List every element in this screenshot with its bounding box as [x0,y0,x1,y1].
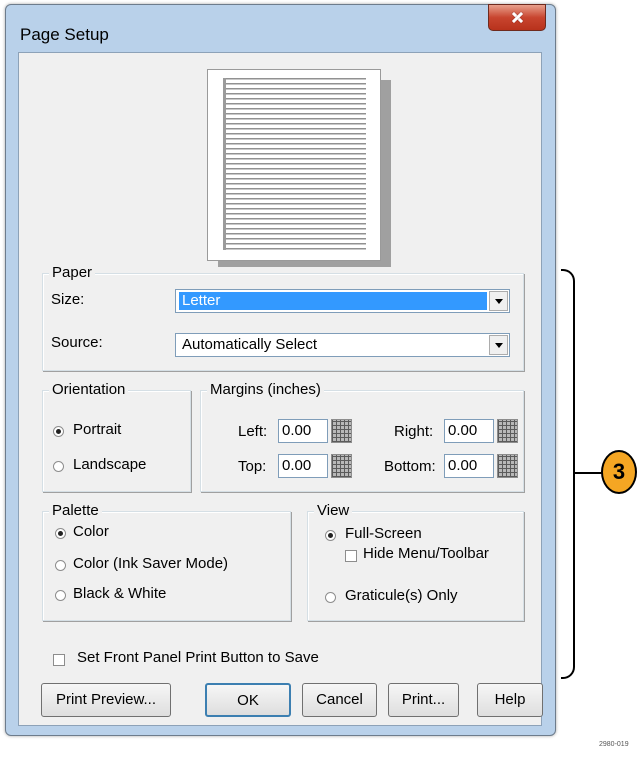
margins-group-label: Margins (inches) [207,381,324,399]
palette-group-label: Palette [49,502,102,520]
color-radio[interactable] [55,528,66,539]
paper-source-select[interactable]: Automatically Select [175,333,510,357]
margins-group: Margins (inches) Left: 0.00 Right: 0.00 … [200,381,524,492]
palette-group: Palette Color Color (Ink Saver Mode) Bla… [42,502,291,621]
landscape-radio[interactable] [53,461,64,472]
orientation-group-label: Orientation [49,381,129,399]
top-margin-input[interactable]: 0.00 [278,454,328,478]
right-margin-input[interactable]: 0.00 [444,419,494,443]
ink-saver-radio[interactable] [55,560,66,571]
bottom-margin-label: Bottom: [384,458,436,475]
right-margin-label: Right: [394,423,434,440]
black-white-label[interactable]: Black & White [73,585,166,602]
hide-menu-checkbox[interactable] [345,550,357,562]
view-group-label: View [314,502,353,520]
paper-source-label: Source: [51,334,103,351]
help-button[interactable]: Help [477,683,543,717]
top-margin-label: Top: [238,458,267,475]
right-margin-value: 0.00 [448,422,478,439]
print-button[interactable]: Print... [388,683,459,717]
callout-number-badge: 3 [601,450,637,494]
left-margin-label: Left: [238,423,268,440]
chevron-down-icon[interactable] [489,291,508,311]
print-preview-button[interactable]: Print Preview... [41,683,171,717]
color-label[interactable]: Color [73,523,109,540]
figure-id: 2980-019 [599,741,629,748]
title-bar[interactable]: Page Setup [6,4,555,55]
paper-source-value: Automatically Select [182,336,318,353]
cancel-button[interactable]: Cancel [302,683,377,717]
graticule-label[interactable]: Graticule(s) Only [345,587,458,604]
callout-bracket [561,269,575,679]
page-setup-dialog: Page Setup Paper Size: Letter Source: Au… [5,4,556,736]
front-panel-save-label[interactable]: Set Front Panel Print Button to Save [77,649,319,666]
view-group: View Full-Screen Hide Menu/Toolbar Grati… [307,502,524,621]
front-panel-save-checkbox[interactable] [53,654,65,666]
landscape-label[interactable]: Landscape [73,456,146,473]
graticule-radio[interactable] [325,592,336,603]
paper-size-value: Letter [179,292,487,310]
bottom-margin-value: 0.00 [448,457,478,474]
left-margin-spin-button[interactable] [331,419,352,443]
right-margin-spin-button[interactable] [497,419,518,443]
paper-size-label: Size: [51,291,85,308]
black-white-radio[interactable] [55,590,66,601]
ink-saver-label[interactable]: Color (Ink Saver Mode) [73,555,228,572]
left-margin-value: 0.00 [282,422,312,439]
ok-button[interactable]: OK [205,683,291,717]
top-margin-spin-button[interactable] [331,454,352,478]
top-margin-value: 0.00 [282,457,312,474]
preview-text-lines [223,78,366,250]
paper-group: Paper Size: Letter Source: Automatically… [42,264,524,371]
full-screen-radio[interactable] [325,530,336,541]
callout-bracket-tip [574,472,602,474]
hide-menu-label[interactable]: Hide Menu/Toolbar [363,545,489,562]
paper-group-label: Paper [49,264,96,282]
page-preview [207,69,381,261]
orientation-group: Orientation Portrait Landscape [42,381,191,492]
full-screen-label[interactable]: Full-Screen [345,525,422,542]
portrait-radio[interactable] [53,426,64,437]
close-icon[interactable] [488,4,546,31]
left-margin-input[interactable]: 0.00 [278,419,328,443]
dialog-body: Paper Size: Letter Source: Automatically… [18,52,543,726]
chevron-down-icon[interactable] [489,335,508,355]
window-title: Page Setup [20,25,109,44]
bottom-margin-spin-button[interactable] [497,454,518,478]
portrait-label[interactable]: Portrait [73,421,121,438]
paper-size-select[interactable]: Letter [175,289,510,313]
bottom-margin-input[interactable]: 0.00 [444,454,494,478]
